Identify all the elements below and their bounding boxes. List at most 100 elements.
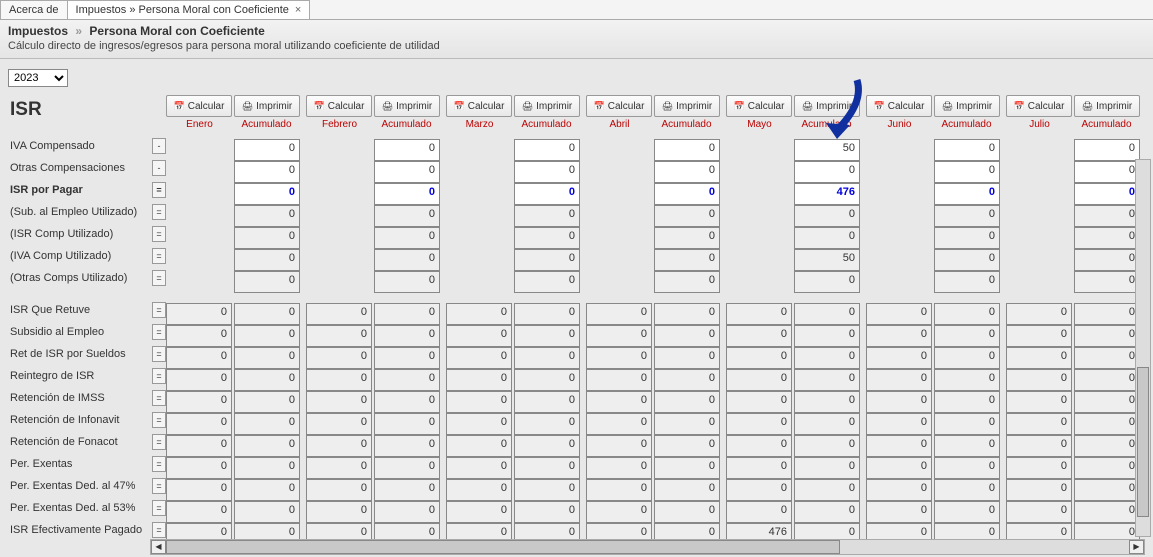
data-row: 0 [1006,139,1140,161]
data-row: 0 [586,271,720,293]
row-operator-button[interactable]: = [152,226,166,242]
data-row: 00 [586,391,720,413]
cell-input[interactable]: 0 [934,183,1000,205]
cell-input[interactable]: 0 [234,139,300,161]
data-row: 00 [726,501,860,523]
row-label-text: IVA Compensado [10,140,148,152]
calendar-icon [594,101,605,112]
row-operator-button[interactable]: - [152,160,166,176]
close-icon[interactable]: × [295,4,301,16]
data-row: 00 [166,347,300,369]
vscroll-thumb[interactable] [1137,367,1149,517]
cell-input[interactable]: 476 [794,183,860,205]
cell-input[interactable]: 0 [514,161,580,183]
cell-input[interactable]: 0 [234,183,300,205]
row-operator-button[interactable]: = [152,456,166,472]
cell-acumulado: 0 [654,413,720,435]
cell-input[interactable]: 50 [794,139,860,161]
data-row: 00 [1006,325,1140,347]
tab-impuestos[interactable]: Impuestos » Persona Moral con Coeficient… [67,0,311,19]
cell-input[interactable]: 0 [794,161,860,183]
vertical-scrollbar[interactable] [1135,159,1151,537]
calcular-button[interactable]: Calcular [726,95,792,117]
cell-input[interactable]: 0 [654,183,720,205]
scroll-right-icon[interactable]: ▶ [1129,540,1144,554]
acumulado-header: Acumulado [233,119,300,137]
row-operator-button[interactable]: = [152,324,166,340]
cell-input[interactable]: 0 [234,161,300,183]
scroll-track[interactable] [166,540,1129,554]
cell-input[interactable]: 0 [374,161,440,183]
cell-input[interactable]: 0 [1074,161,1140,183]
scroll-left-icon[interactable]: ◀ [151,540,166,554]
cell-month: 0 [866,479,932,501]
data-row: 00 [726,457,860,479]
acumulado-header: Acumulado [653,119,720,137]
cell-acumulado: 0 [514,479,580,501]
cell-input[interactable]: 0 [514,139,580,161]
month-column: CalcularImprimirMarzoAcumulado0000000000… [446,95,586,543]
row-operator-button[interactable]: = [152,434,166,450]
calcular-label: Calcular [188,101,225,112]
calcular-button[interactable]: Calcular [306,95,372,117]
cell-input[interactable]: 0 [514,183,580,205]
row-operator-button[interactable]: = [152,182,166,198]
row-operator-button[interactable]: = [152,368,166,384]
row-operator-button[interactable]: - [152,138,166,154]
cell-acumulado: 0 [794,303,860,325]
year-select[interactable]: 2023 [8,69,68,87]
cell-input[interactable]: 0 [654,139,720,161]
data-row: 0 [1006,183,1140,205]
imprimir-button[interactable]: Imprimir [794,95,860,117]
row-operator-button[interactable]: = [152,500,166,516]
row-label: Per. Exentas Ded. al 47%= [8,475,166,497]
calcular-button[interactable]: Calcular [586,95,652,117]
data-row: 0 [446,249,580,271]
cell-month: 0 [1006,347,1072,369]
data-row: 0 [726,227,860,249]
horizontal-scrollbar[interactable]: ◀ ▶ [150,539,1145,555]
cell-acumulado: 0 [654,479,720,501]
printer-icon [662,101,673,112]
imprimir-button[interactable]: Imprimir [1074,95,1140,117]
tab-about[interactable]: Acerca de [0,0,68,19]
cell-input[interactable]: 0 [654,161,720,183]
row-operator-button[interactable]: = [152,390,166,406]
calcular-button[interactable]: Calcular [1006,95,1072,117]
row-label-text: ISR por Pagar [10,184,148,196]
cell-input[interactable]: 0 [934,161,1000,183]
cell-input[interactable]: 0 [1074,139,1140,161]
scroll-thumb[interactable] [166,540,840,554]
cell-input[interactable]: 0 [374,139,440,161]
row-label: Retención de IMSS = [8,387,166,409]
cell-input[interactable]: 0 [934,139,1000,161]
row-label-text: (ISR Comp Utilizado) [10,228,148,240]
cell-month: 0 [866,303,932,325]
imprimir-button[interactable]: Imprimir [654,95,720,117]
cell-month: 0 [166,391,232,413]
cell-month: 0 [726,413,792,435]
imprimir-button[interactable]: Imprimir [514,95,580,117]
row-operator-button[interactable]: = [152,412,166,428]
row-operator-button[interactable]: = [152,302,166,318]
row-operator-button[interactable]: = [152,248,166,264]
cell-readonly: 0 [514,205,580,227]
row-operator-button[interactable]: = [152,270,166,286]
row-operator-button[interactable]: = [152,204,166,220]
cell-acumulado: 0 [234,303,300,325]
imprimir-button[interactable]: Imprimir [934,95,1000,117]
cell-input[interactable]: 0 [374,183,440,205]
imprimir-button[interactable]: Imprimir [374,95,440,117]
calcular-button[interactable]: Calcular [166,95,232,117]
row-operator-button[interactable]: = [152,478,166,494]
imprimir-button[interactable]: Imprimir [234,95,300,117]
row-label-text: Reintegro de ISR [10,370,148,382]
data-row: 0 [866,161,1000,183]
calcular-button[interactable]: Calcular [866,95,932,117]
cell-input[interactable]: 0 [1074,183,1140,205]
row-operator-button[interactable]: = [152,522,166,538]
cell-acumulado: 0 [794,457,860,479]
row-label-text: Retención de IMSS [10,392,148,404]
row-operator-button[interactable]: = [152,346,166,362]
calcular-button[interactable]: Calcular [446,95,512,117]
